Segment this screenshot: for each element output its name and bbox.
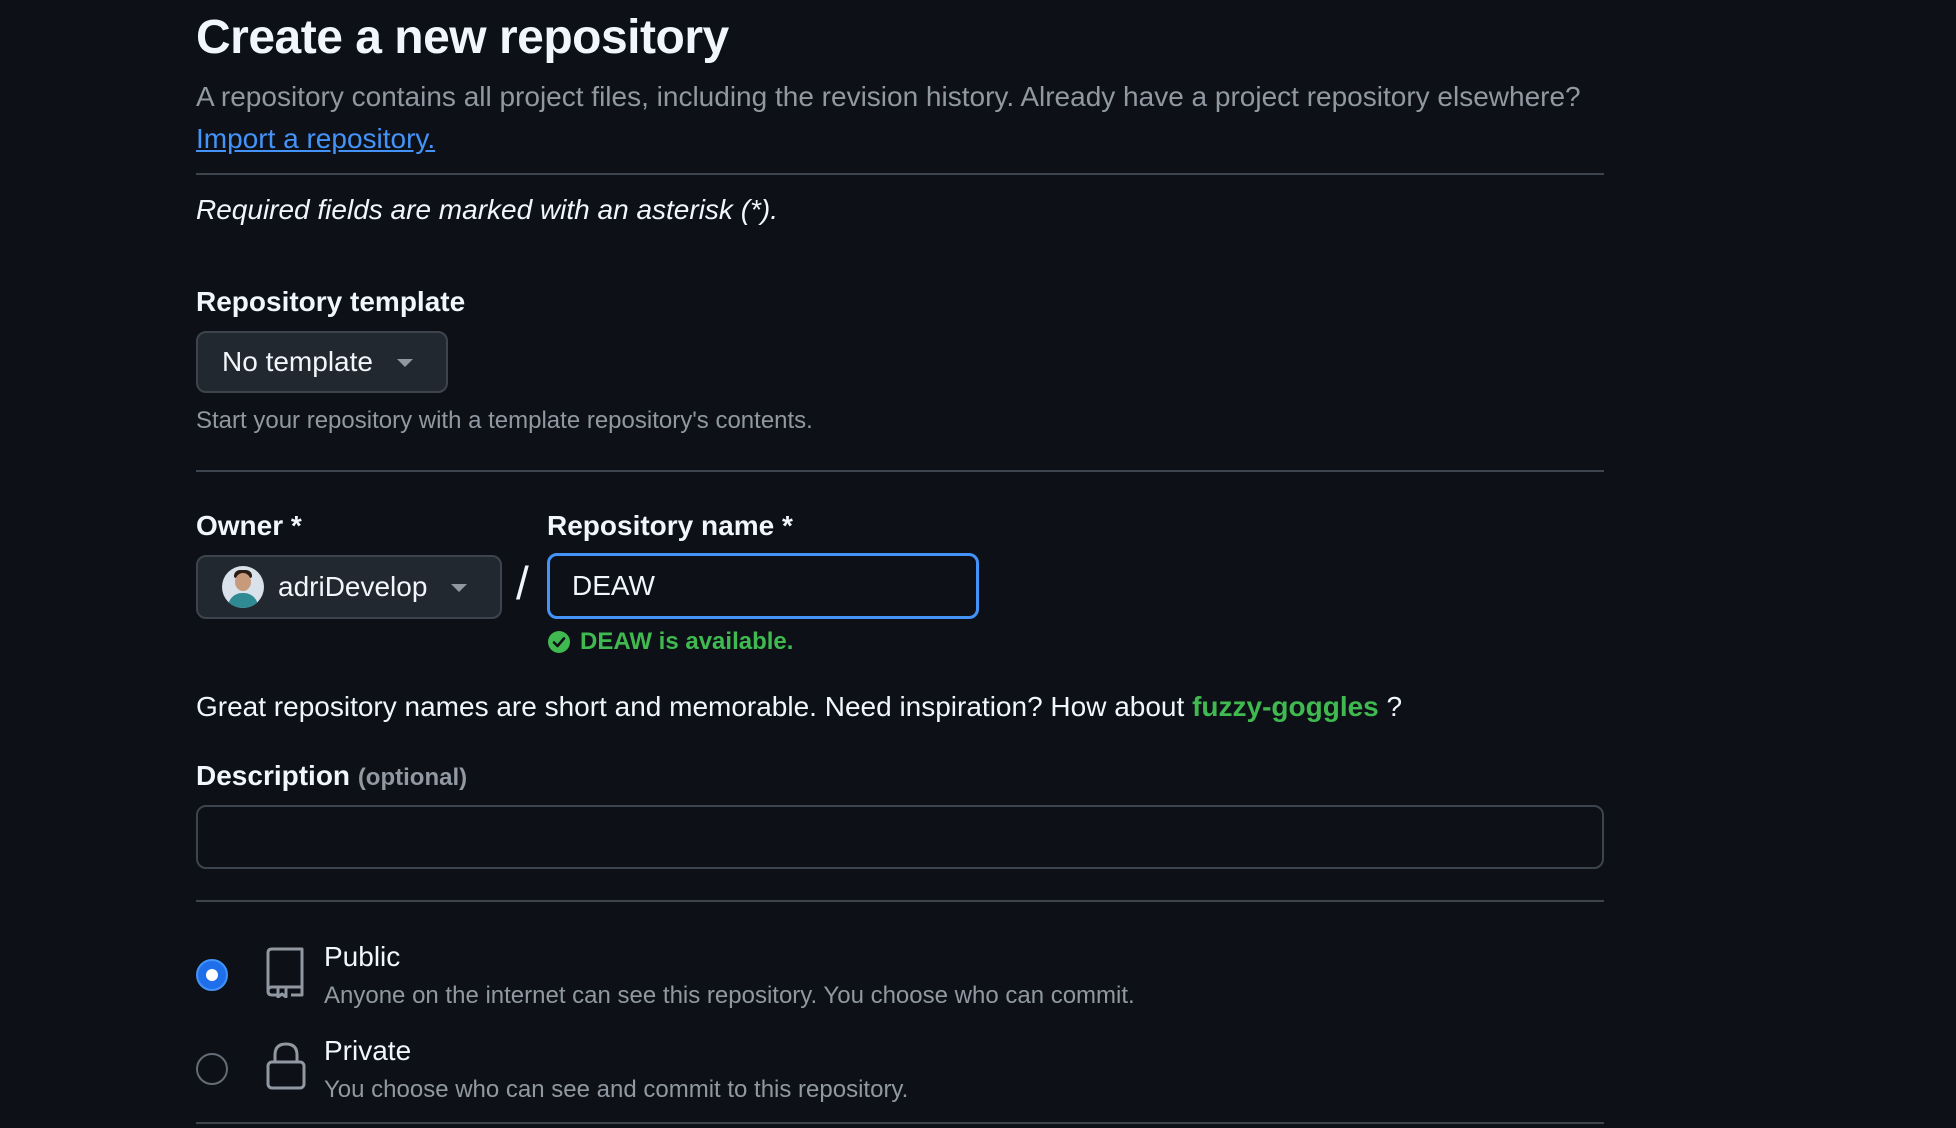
chevron-down-icon [451,584,468,592]
repo-name-label: Repository name * [547,510,793,541]
subtitle-text: A repository contains all project files,… [196,81,1581,112]
page-title: Create a new repository [196,11,729,64]
divider [196,470,1604,472]
availability-status: DEAW is available. [547,628,793,656]
owner-label: Owner * [196,510,302,541]
template-label: Repository template [196,286,466,317]
description-label: Description (optional) [196,760,467,792]
visibility-public-title: Public [324,941,401,972]
visibility-private-desc: You choose who can see and commit to thi… [324,1076,909,1103]
divider [196,1122,1604,1124]
visibility-public-radio[interactable] [196,959,228,991]
owner-selected-value: adriDevelop [278,571,428,602]
chevron-down-icon [396,359,413,367]
template-selected-value: No template [222,346,373,377]
visibility-private-radio[interactable] [196,1053,228,1085]
required-fields-note: Required fields are marked with an aster… [196,194,779,225]
lock-icon [266,1042,306,1090]
description-input[interactable] [196,805,1604,869]
inspiration-suffix: ? [1386,691,1403,722]
divider [196,900,1604,902]
repository-name-input[interactable] [547,553,979,619]
check-circle-icon [548,631,570,653]
avatar [222,566,264,608]
availability-text: DEAW is available. [580,628,794,655]
optional-tag: (optional) [357,764,468,791]
import-repository-link[interactable]: Import a repository. [196,123,435,154]
owner-dropdown-button[interactable]: adriDevelop [196,555,502,619]
name-inspiration: Great repository names are short and mem… [196,691,1402,723]
divider [196,173,1604,175]
template-dropdown-button[interactable]: No template [196,331,448,393]
description-label-text: Description [196,760,351,791]
visibility-public-desc: Anyone on the internet can see this repo… [324,982,1135,1009]
visibility-private-title: Private [324,1035,412,1066]
repo-icon [266,947,304,998]
page-subtitle: A repository contains all project files,… [196,76,1604,160]
template-hint: Start your repository with a template re… [196,407,813,434]
suggested-name-link[interactable]: fuzzy-goggles [1192,691,1379,722]
owner-repo-separator: / [516,557,529,609]
inspiration-text: Great repository names are short and mem… [196,691,1185,722]
